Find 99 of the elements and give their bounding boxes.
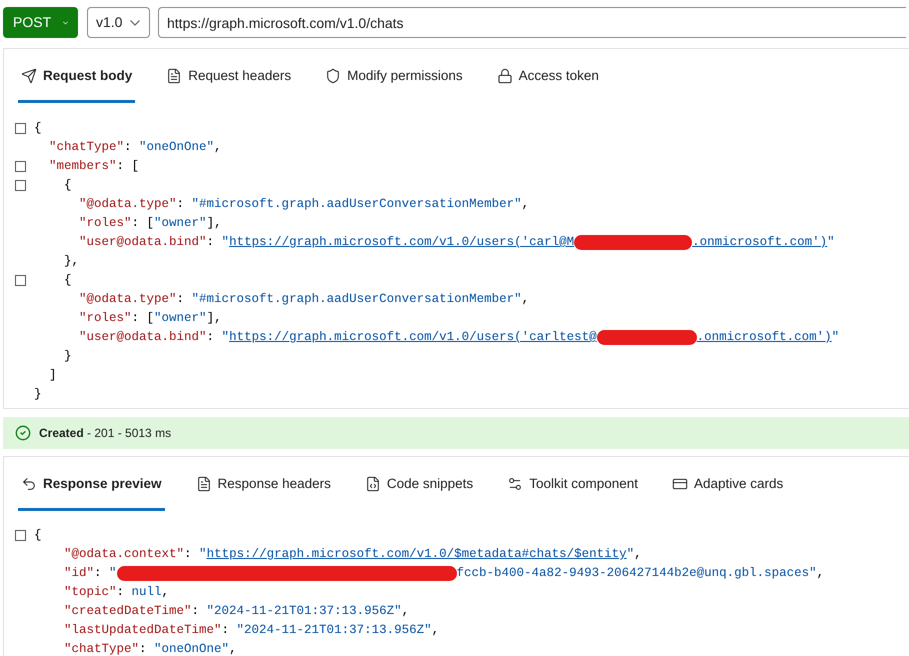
json-value: "2024-11-21T01:37:13.956Z" [206,603,402,620]
json-punctuation: , [522,196,530,213]
fold-toggle[interactable] [14,180,26,191]
json-punctuation: , [634,546,642,563]
url-link[interactable]: .onmicrosoft.com') [696,328,832,347]
tab[interactable]: Modify permissions [322,49,466,103]
json-punctuation: } [34,386,42,403]
document-icon [166,68,182,84]
json-key: "members" [34,157,117,176]
json-value: " [832,329,840,346]
json-value: "#microsoft.graph.aadUserConversationMember" [192,291,522,308]
json-key: "chatType" [34,640,140,656]
json-key: "@odata.context" [34,545,184,564]
fold-toggle[interactable] [14,161,26,172]
json-value: "oneOnOne" [154,641,230,656]
tab[interactable]: Request headers [163,49,294,103]
json-punctuation: : [206,329,216,346]
tab[interactable]: Adaptive cards [669,457,786,511]
json-punctuation: , [522,291,530,308]
undo-icon [21,476,37,492]
chevron-down-icon [130,20,140,26]
json-value: "owner" [154,310,207,327]
json-punctuation: : [184,546,193,563]
json-punctuation: : [ [116,158,140,175]
json-key: "id" [34,564,94,583]
url-field[interactable]: https://graph.microsoft.com/v1.0/chats [158,7,906,38]
json-key: "roles" [34,309,132,328]
json-punctuation: : [222,622,230,639]
json-punctuation: : [206,234,216,251]
json-key: "@odata.type" [34,195,177,214]
fold-toggle[interactable] [14,275,26,286]
sliders-icon [507,476,524,492]
json-punctuation: , [816,565,824,582]
method-dropdown[interactable]: POST [3,7,78,38]
json-value: "oneOnOne" [139,139,214,156]
json-value: "#microsoft.graph.aadUserConversationMember" [192,196,522,213]
json-key: "topic" [34,583,117,602]
card-icon [672,476,688,492]
json-punctuation: , [214,139,222,156]
json-punctuation: } [63,348,72,365]
json-value: "2024-11-21T01:37:13.956Z" [236,622,432,639]
json-punctuation: ], [206,215,222,232]
json-punctuation: : [176,196,186,213]
json-punctuation: }, [63,253,80,270]
json-key: "@odata.type" [34,290,177,309]
json-value: " [109,565,117,582]
shield-icon [325,68,342,84]
json-punctuation: : [192,603,200,620]
json-punctuation: , [432,622,440,639]
url-link[interactable]: .onmicrosoft.com') [692,233,828,252]
json-key: "user@odata.bind" [34,328,207,347]
check-icon [15,425,31,441]
json-value: fccb-b400-4a82-9493-206427144b2e@unq.gbl.spaces" [456,565,817,582]
json-punctuation: : [139,641,148,656]
json-punctuation: { [34,527,42,544]
url-link[interactable]: https://graph.microsoft.com/v1.0/$metadata#chats/$entity [206,545,627,564]
json-key: "lastUpdatedDateTime" [34,621,222,640]
tab[interactable]: Access token [494,49,602,103]
json-punctuation: , [162,584,170,601]
json-punctuation: : [176,291,186,308]
json-punctuation: : [124,139,133,156]
version-dropdown[interactable]: v1.0 [87,7,150,38]
json-key: "chatType" [34,138,124,157]
json-value: "owner" [154,215,207,232]
send-icon [21,68,37,84]
tab[interactable]: Response headers [192,457,334,511]
code-file-icon [364,476,381,492]
status-text: Created - 201 - 5013 ms [39,425,172,442]
json-value: " [222,329,230,346]
json-punctuation: : [116,584,126,601]
json-value: null [132,584,162,601]
json-punctuation: , [402,603,410,620]
url-link[interactable]: https://graph.microsoft.com/v1.0/users('carl@M [229,233,574,252]
json-punctuation: ] [48,367,57,384]
json-punctuation: : [ [132,310,154,327]
json-punctuation: ], [206,310,222,327]
fold-toggle[interactable] [14,530,26,541]
json-punctuation: { [34,120,42,137]
tab[interactable]: Code snippets [362,457,476,511]
json-value: " [626,546,634,563]
json-punctuation: : [ [132,215,154,232]
json-value: " [827,234,835,251]
tab[interactable]: Request body [18,49,136,103]
json-key: "user@odata.bind" [34,233,207,252]
json-punctuation: { [63,177,72,194]
url-link[interactable]: https://graph.microsoft.com/v1.0/users('carltest@ [229,328,597,347]
chevron-down-icon [63,20,68,26]
tab[interactable]: Response preview [18,457,165,511]
document-icon [196,476,212,492]
json-value: " [222,234,230,251]
tab[interactable]: Toolkit component [504,457,641,511]
json-punctuation: { [63,272,72,289]
fold-toggle[interactable] [14,123,26,134]
json-key: "createdDateTime" [34,602,192,621]
json-punctuation: : [94,565,103,582]
json-key: "roles" [34,214,132,233]
json-value: " [199,546,207,563]
lock-icon [496,68,513,84]
json-punctuation: , [229,641,237,656]
